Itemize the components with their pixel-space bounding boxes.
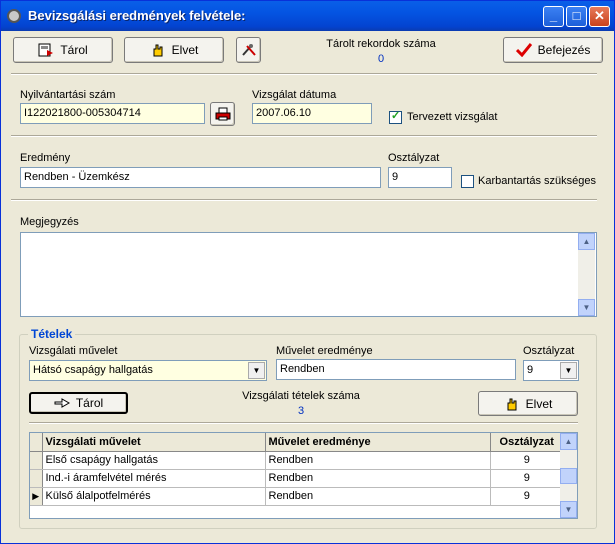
saved-records-label: Tárolt rekordok száma <box>326 38 436 50</box>
lookup-button[interactable] <box>210 102 235 126</box>
op-result-field[interactable]: Rendben <box>276 359 516 380</box>
save-button[interactable]: Tárol <box>13 37 113 63</box>
row-indicator-header <box>30 433 43 452</box>
items-group-title: Tételek <box>28 327 76 341</box>
result-field[interactable]: Rendben - Üzemkész <box>20 167 381 188</box>
save-disk-icon <box>38 43 54 57</box>
row-indicator <box>30 451 43 470</box>
scroll-down-icon[interactable]: ▼ <box>560 501 577 518</box>
table-cell[interactable]: 9 <box>490 487 561 506</box>
scroll-up-icon[interactable]: ▲ <box>560 433 577 450</box>
grade-label: Osztályzat <box>388 152 440 164</box>
column-header[interactable]: Vizsgálati művelet <box>42 433 266 452</box>
reg-number-label: Nyilvántartási szám <box>20 89 116 101</box>
maintenance-label: Karbantartás szükséges <box>478 175 597 187</box>
date-field[interactable]: 2007.06.10 <box>252 103 372 124</box>
item-grade-select[interactable]: 9 ▼ <box>523 360 579 381</box>
column-header[interactable]: Művelet eredménye <box>265 433 491 452</box>
reg-number-field[interactable]: I122021800-005304714 <box>20 103 205 124</box>
minimize-button[interactable]: _ <box>543 6 564 27</box>
chevron-down-icon[interactable]: ▼ <box>560 362 577 379</box>
table-row[interactable]: ▶ Külső álalpotfelmérés Rendben 9 <box>30 487 561 506</box>
title-bar[interactable]: Bevizsgálási eredmények felvétele: _ □ ✕ <box>1 1 614 31</box>
operation-select-value: Hátsó csapágy hallgatás <box>33 364 153 376</box>
row-indicator: ▶ <box>30 487 43 506</box>
scroll-up-icon[interactable]: ▲ <box>578 233 595 250</box>
table-cell[interactable]: Első csapágy hallgatás <box>42 451 266 470</box>
finish-button-label: Befejezés <box>537 43 591 57</box>
table-cell[interactable]: 9 <box>490 451 561 470</box>
close-button[interactable]: ✕ <box>589 6 610 27</box>
table-cell[interactable]: Ind.-i áramfelvétel mérés <box>42 469 266 488</box>
planned-checkbox[interactable] <box>389 109 402 124</box>
table-row[interactable]: Ind.-i áramfelvétel mérés Rendben 9 <box>30 469 561 488</box>
table-scrollbar[interactable]: ▲ ▼ <box>560 433 577 518</box>
item-save-label: Tárol <box>75 396 104 410</box>
item-discard-button[interactable]: Elvet <box>478 391 578 416</box>
table-cell[interactable]: Rendben <box>265 487 491 506</box>
separator <box>29 422 578 424</box>
date-label: Vizsgálat dátuma <box>252 89 337 101</box>
table-cell[interactable]: 9 <box>490 469 561 488</box>
table-cell[interactable]: Külső álalpotfelmérés <box>42 487 266 506</box>
grade-field[interactable]: 9 <box>388 167 452 188</box>
window-title: Bevizsgálási eredmények felvétele: <box>28 8 246 23</box>
main-window: Bevizsgálási eredmények felvétele: _ □ ✕… <box>0 0 615 544</box>
note-scrollbar[interactable]: ▲ ▼ <box>578 233 595 316</box>
gear-icon <box>7 9 21 23</box>
scroll-thumb[interactable] <box>560 468 577 484</box>
column-header[interactable]: Osztályzat <box>490 433 561 452</box>
chevron-down-icon[interactable]: ▼ <box>248 362 265 379</box>
item-discard-label: Elvet <box>525 396 553 411</box>
table-cell[interactable]: Rendben <box>265 469 491 488</box>
finish-button[interactable]: Befejezés <box>503 37 603 63</box>
item-count-value: 3 <box>297 405 305 417</box>
planned-label: Tervezett vizsgálat <box>407 111 498 123</box>
note-label: Megjegyzés <box>20 216 79 228</box>
checkmark-icon <box>515 43 532 58</box>
tools-button[interactable] <box>236 37 261 63</box>
row-indicator <box>30 469 43 488</box>
maximize-button[interactable]: □ <box>566 6 587 27</box>
saved-records-count: 0 <box>377 53 385 65</box>
operation-label: Vizsgálati művelet <box>29 345 118 357</box>
separator <box>11 73 597 75</box>
item-grade-label: Osztályzat <box>523 345 575 357</box>
op-result-label: Művelet eredménye <box>276 345 373 357</box>
item-save-button[interactable]: Tárol <box>29 392 128 414</box>
item-count-label: Vizsgálati tételek száma <box>242 390 360 402</box>
discard-button-label: Elvet <box>171 43 199 57</box>
printer-icon <box>215 107 231 121</box>
separator <box>11 199 597 201</box>
save-button-label: Tárol <box>60 43 88 57</box>
items-table[interactable]: Vizsgálati művelet Művelet eredménye Osz… <box>29 432 578 519</box>
discard-button[interactable]: Elvet <box>124 37 224 63</box>
maintenance-checkbox[interactable] <box>461 175 474 188</box>
tools-icon <box>241 43 257 57</box>
result-label: Eredmény <box>20 152 71 164</box>
pointing-hand-icon <box>54 396 70 410</box>
table-row[interactable]: Első csapágy hallgatás Rendben 9 <box>30 451 561 470</box>
hand-icon <box>150 43 166 57</box>
separator <box>11 135 597 137</box>
note-textarea[interactable] <box>20 232 597 317</box>
scroll-down-icon[interactable]: ▼ <box>578 299 595 316</box>
hand-icon <box>504 397 520 411</box>
operation-select[interactable]: Hátsó csapágy hallgatás ▼ <box>29 360 267 381</box>
table-cell[interactable]: Rendben <box>265 451 491 470</box>
item-grade-value: 9 <box>527 364 534 376</box>
